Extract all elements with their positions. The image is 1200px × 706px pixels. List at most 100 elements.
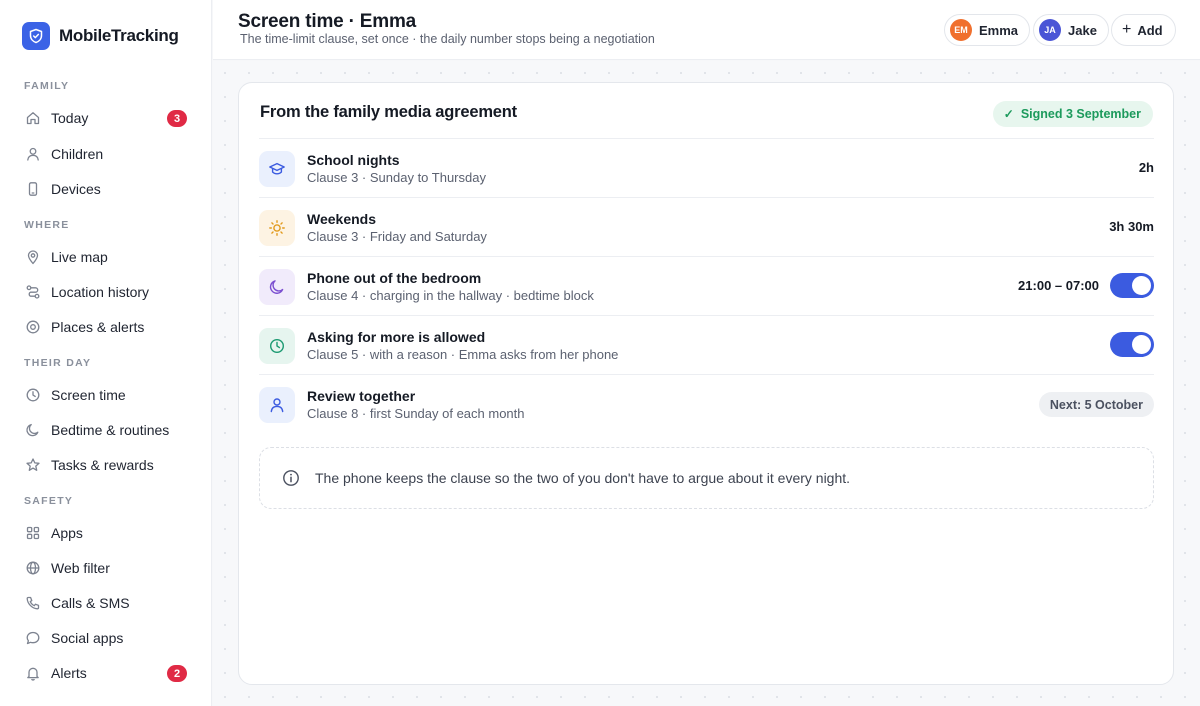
sidebar-item-label: Live map bbox=[51, 249, 108, 265]
sidebar-item-label: Children bbox=[51, 146, 104, 162]
sidebar-item-label: Tasks & rewards bbox=[51, 457, 154, 473]
clock-icon bbox=[24, 387, 41, 404]
page-header: Screen time · Emma The time-limit clause… bbox=[213, 0, 1200, 60]
sidebar-item-live-map[interactable]: Live map bbox=[14, 241, 198, 273]
child-name: Emma bbox=[979, 22, 1019, 38]
toggle-knob bbox=[1132, 276, 1151, 295]
clause-subtitle: Clause 3 · Sunday to Thursday bbox=[307, 170, 486, 185]
avatar: EM bbox=[950, 19, 972, 41]
clause-row-review-together[interactable]: Review together Clause 8 · first Sunday … bbox=[259, 374, 1154, 433]
clause-subtitle: Clause 8 · first Sunday of each month bbox=[307, 406, 525, 421]
phone-icon bbox=[24, 181, 41, 198]
ask-for-more-toggle[interactable] bbox=[1110, 332, 1154, 357]
sidebar-item-label: Location history bbox=[51, 284, 150, 300]
section-label-where: WHERE bbox=[24, 219, 70, 231]
route-icon bbox=[24, 284, 41, 301]
signed-label: Signed 3 September bbox=[1020, 107, 1141, 121]
sidebar-item-calls-sms[interactable]: Calls & SMS bbox=[14, 587, 198, 619]
clause-row-school-nights[interactable]: School nights Clause 3 · Sunday to Thurs… bbox=[259, 138, 1154, 197]
target-icon bbox=[24, 319, 41, 336]
plus-icon: + bbox=[1122, 21, 1132, 38]
sidebar-item-label: Calls & SMS bbox=[51, 595, 130, 611]
add-label: Add bbox=[1137, 22, 1163, 38]
next-review-badge: Next: 5 October bbox=[1038, 392, 1154, 417]
sidebar-item-tasks-rewards[interactable]: Tasks & rewards bbox=[14, 449, 198, 481]
clause-subtitle: Clause 5 · with a reason · Emma asks fro… bbox=[307, 347, 619, 362]
page-title: Screen time · Emma bbox=[238, 11, 417, 32]
sidebar-item-label: Apps bbox=[51, 525, 83, 541]
add-child-button[interactable]: + Add bbox=[1111, 14, 1176, 46]
phone-call-icon bbox=[24, 595, 41, 612]
clause-title: Weekends bbox=[307, 211, 376, 227]
sidebar-item-location-history[interactable]: Location history bbox=[14, 276, 198, 308]
bedtime-block-toggle[interactable] bbox=[1110, 273, 1154, 298]
clause-row-weekends[interactable]: Weekends Clause 3 · Friday and Saturday … bbox=[259, 197, 1154, 256]
bell-icon bbox=[24, 665, 41, 682]
info-note: The phone keeps the clause so the two of… bbox=[259, 447, 1154, 509]
sidebar-item-children[interactable]: Children bbox=[14, 138, 198, 170]
sidebar-item-today[interactable]: Today 3 bbox=[14, 102, 198, 134]
sidebar-item-label: Bedtime & routines bbox=[51, 422, 170, 438]
sidebar: MobileTracking FAMILY Today 3 Children D… bbox=[0, 0, 212, 706]
bedtime-block-range: 21:00 – 07:00 bbox=[1018, 278, 1099, 293]
time-limit-value: 3h 30m bbox=[1109, 219, 1154, 234]
info-icon bbox=[282, 469, 300, 492]
notification-badge: 3 bbox=[167, 110, 187, 127]
section-label-family: FAMILY bbox=[24, 80, 70, 92]
clause-title: Review together bbox=[307, 388, 416, 404]
sidebar-item-places-alerts[interactable]: Places & alerts bbox=[14, 311, 198, 343]
child-chip-emma[interactable]: EM Emma bbox=[944, 14, 1031, 46]
toggle-knob bbox=[1132, 335, 1151, 354]
person-icon bbox=[24, 146, 41, 163]
clause-title: Asking for more is allowed bbox=[307, 329, 486, 345]
grid-icon bbox=[24, 525, 41, 542]
sidebar-item-label: Today bbox=[51, 110, 89, 126]
avatar: JA bbox=[1039, 19, 1061, 41]
brand[interactable]: MobileTracking bbox=[22, 18, 211, 54]
child-chip-jake[interactable]: JA Jake bbox=[1033, 14, 1109, 46]
sidebar-item-devices[interactable]: Devices bbox=[14, 173, 198, 205]
clause-title: School nights bbox=[307, 152, 400, 168]
home-icon bbox=[24, 110, 41, 127]
moon-icon bbox=[259, 269, 295, 305]
notification-badge: 2 bbox=[167, 665, 187, 682]
brand-name: MobileTracking bbox=[59, 26, 179, 45]
clause-subtitle: Clause 3 · Friday and Saturday bbox=[307, 229, 487, 244]
check-icon: ✓ bbox=[1003, 107, 1014, 121]
note-text: The phone keeps the clause so the two of… bbox=[315, 470, 851, 486]
signed-status-badge: ✓ Signed 3 September bbox=[992, 101, 1153, 127]
sidebar-item-apps[interactable]: Apps bbox=[14, 517, 198, 549]
section-label-safety: SAFETY bbox=[24, 495, 74, 507]
child-name: Jake bbox=[1068, 22, 1097, 38]
sun-icon bbox=[259, 210, 295, 246]
sidebar-item-web-filter[interactable]: Web filter bbox=[14, 552, 198, 584]
shield-logo-icon bbox=[22, 22, 50, 50]
sidebar-item-social-apps[interactable]: Social apps bbox=[14, 622, 198, 654]
star-icon bbox=[24, 457, 41, 474]
agreement-card: From the family media agreement ✓ Signed… bbox=[238, 82, 1174, 685]
moon-icon bbox=[24, 422, 41, 439]
sidebar-item-label: Web filter bbox=[51, 560, 110, 576]
sidebar-item-screen-time[interactable]: Screen time bbox=[14, 379, 198, 411]
section-label-their-day: THEIR DAY bbox=[24, 357, 92, 369]
person-icon bbox=[259, 387, 295, 423]
clause-title: Phone out of the bedroom bbox=[307, 270, 482, 286]
sidebar-item-label: Alerts bbox=[51, 665, 87, 681]
sidebar-item-label: Devices bbox=[51, 181, 101, 197]
chat-bubble-icon bbox=[24, 630, 41, 647]
clause-row-phone-out-of-bedroom[interactable]: Phone out of the bedroom Clause 4 · char… bbox=[259, 256, 1154, 315]
sidebar-item-label: Screen time bbox=[51, 387, 126, 403]
card-title: From the family media agreement bbox=[260, 103, 517, 121]
page-subtitle: The time-limit clause, set once · the da… bbox=[240, 32, 655, 46]
sidebar-item-label: Social apps bbox=[51, 630, 124, 646]
sidebar-item-bedtime-routines[interactable]: Bedtime & routines bbox=[14, 414, 198, 446]
map-pin-icon bbox=[24, 249, 41, 266]
sidebar-item-alerts[interactable]: Alerts 2 bbox=[14, 657, 198, 689]
clause-row-asking-for-more[interactable]: Asking for more is allowed Clause 5 · wi… bbox=[259, 315, 1154, 374]
clock-icon bbox=[259, 328, 295, 364]
sidebar-item-label: Places & alerts bbox=[51, 319, 145, 335]
clause-subtitle: Clause 4 · charging in the hallway · bed… bbox=[307, 288, 594, 303]
graduation-cap-icon bbox=[259, 151, 295, 187]
globe-icon bbox=[24, 560, 41, 577]
time-limit-value: 2h bbox=[1138, 160, 1154, 175]
